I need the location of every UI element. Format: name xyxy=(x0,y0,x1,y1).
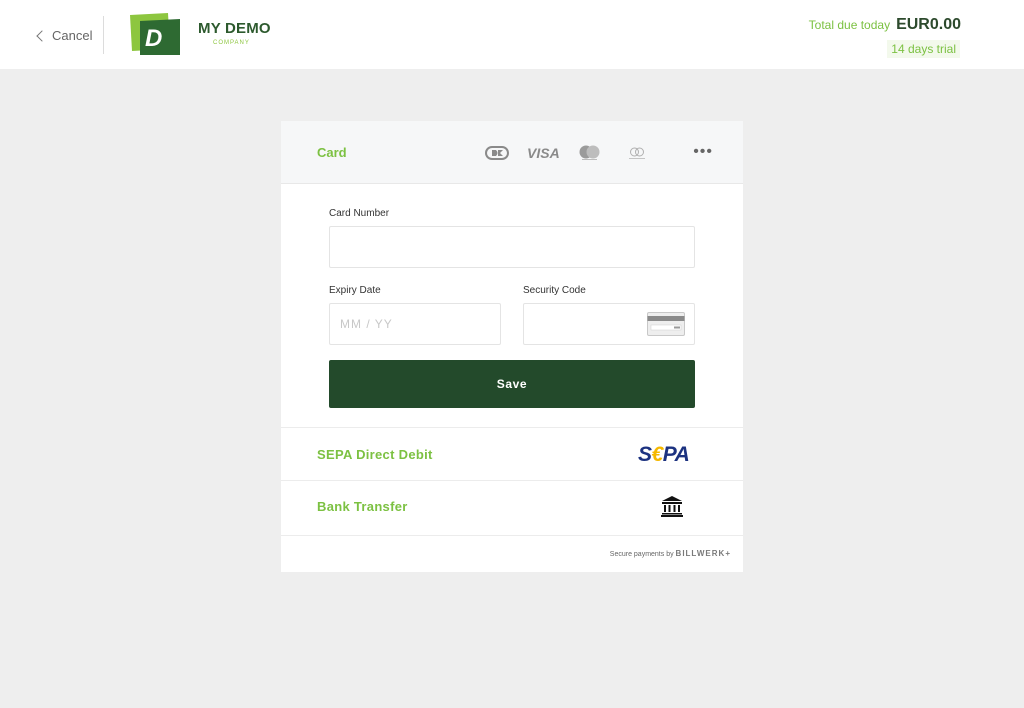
cancel-button[interactable]: Cancel xyxy=(36,25,93,45)
expiry-date-label: Expiry Date xyxy=(329,285,381,296)
total-due: Total due today EUR0.00 xyxy=(809,16,961,34)
visa-icon: VISA xyxy=(527,145,560,161)
save-button[interactable]: Save xyxy=(329,360,695,408)
total-label: Total due today xyxy=(808,18,891,32)
more-payment-options-button[interactable]: ••• xyxy=(693,143,713,161)
brand-name: MY DEMO xyxy=(198,20,271,37)
row-divider xyxy=(281,480,743,481)
maestro-icon xyxy=(629,147,645,159)
total-amount: EUR0.00 xyxy=(896,16,961,33)
trial-badge: 14 days trial xyxy=(887,40,960,58)
bank-icon xyxy=(661,496,683,517)
logo-letter: D xyxy=(145,25,162,52)
security-code-label: Security Code xyxy=(523,285,586,296)
row-divider xyxy=(281,535,743,536)
secure-payments-text: Secure payments by xyxy=(609,551,674,558)
bank-transfer-option[interactable]: Bank Transfer xyxy=(317,499,408,514)
card-number-input[interactable] xyxy=(329,226,695,268)
cvc-card-icon xyxy=(647,312,685,336)
brand-subtitle: COMPANY xyxy=(213,40,250,46)
svg-text:VISA: VISA xyxy=(527,145,560,161)
top-bar: Cancel D MY DEMO COMPANY Total due today… xyxy=(0,0,1024,69)
mastercard-icon xyxy=(579,145,600,160)
row-divider xyxy=(281,427,743,428)
company-logo: D xyxy=(130,13,180,55)
card-number-label: Card Number xyxy=(329,208,390,219)
cancel-label: Cancel xyxy=(52,27,93,43)
card-method-title: Card xyxy=(317,145,347,160)
expiry-date-input[interactable] xyxy=(329,303,501,345)
chevron-left-icon xyxy=(36,29,48,42)
sepa-direct-debit-option[interactable]: SEPA Direct Debit xyxy=(317,447,433,462)
dankort-icon xyxy=(485,146,509,160)
secure-payments-footer: Secure payments by BILLWERK+ xyxy=(610,549,731,558)
header-divider xyxy=(103,16,104,54)
card-method-header[interactable]: Card VISA ••• xyxy=(281,121,743,184)
payment-panel: Card VISA ••• Card Number Expiry Date Se… xyxy=(281,121,743,572)
sepa-logo: S€PA xyxy=(638,443,690,466)
billwerk-logo: BILLWERK+ xyxy=(675,549,731,558)
